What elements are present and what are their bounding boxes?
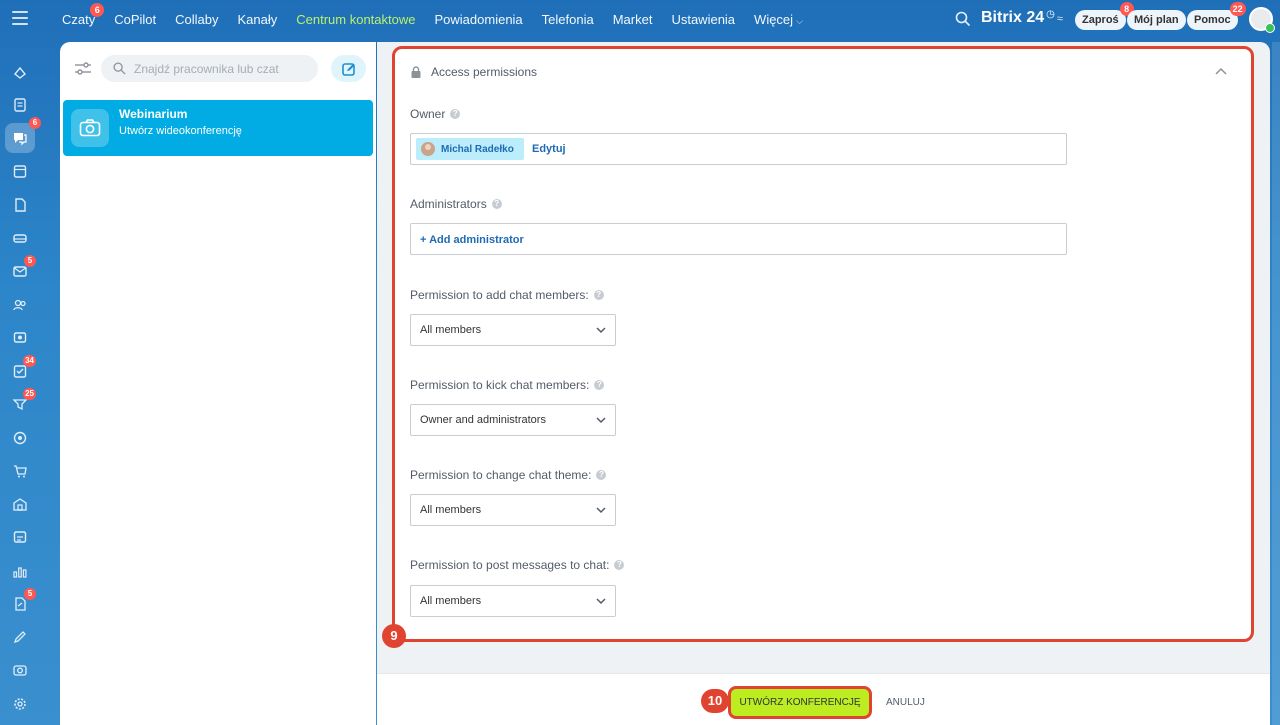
crm-badge: 25 (23, 388, 36, 400)
nav-item-telephony[interactable]: Telefonia (542, 12, 594, 27)
sidebar-gear-icon[interactable] (10, 694, 30, 714)
sign-badge: 5 (24, 588, 36, 600)
search-icon (113, 62, 126, 75)
kick-members-select[interactable]: Owner and administrators (410, 404, 616, 436)
search-icon[interactable] (955, 11, 971, 27)
menu-icon[interactable] (12, 11, 28, 25)
nav-item-channels[interactable]: Kanały (238, 12, 278, 27)
help-icon[interactable]: ? (593, 290, 604, 300)
camera-icon (71, 109, 109, 147)
help-icon[interactable]: ? (594, 380, 605, 390)
change-theme-select[interactable]: All members (410, 494, 616, 526)
sidebar-edit-icon[interactable] (10, 627, 30, 647)
add-members-label: Permission to add chat members:? (410, 288, 604, 302)
administrators-label: Administrators? (410, 197, 502, 211)
chevron-up-icon[interactable] (1214, 65, 1228, 77)
sidebar-cart-icon[interactable] (10, 461, 30, 481)
sliders-icon: ≈ (1056, 13, 1063, 25)
sidebar-copilot-icon[interactable] (10, 63, 30, 83)
owner-field[interactable]: Michal Radełko Edytuj (410, 133, 1067, 165)
nav-item-notifications[interactable]: Powiadomienia (435, 12, 523, 27)
clock-icon: ◷ (1046, 9, 1055, 20)
sidebar-calendar-icon[interactable] (10, 161, 30, 181)
mail-badge: 5 (24, 255, 36, 267)
chats-badge: 6 (90, 2, 105, 17)
chat-item-webinar[interactable]: Webinarium Utwórz wideokonferencję (63, 100, 373, 156)
chevron-down-icon (596, 327, 606, 334)
lock-icon (411, 66, 421, 78)
nav-item-chats[interactable]: Czaty 6 (62, 2, 105, 27)
brand-logo[interactable]: Bitrix 24 ◷ ≈ (981, 9, 1063, 27)
add-administrator-link[interactable]: + Add administrator (420, 234, 524, 246)
invite-button[interactable]: Zaproś 8 (1075, 2, 1134, 30)
help-icon[interactable]: ? (614, 560, 625, 570)
cancel-button[interactable]: ANULUJ (886, 697, 925, 708)
nav-item-settings[interactable]: Ustawienia (671, 12, 735, 27)
sidebar-drive-icon[interactable] (10, 228, 30, 248)
administrators-field[interactable]: + Add administrator (410, 223, 1067, 255)
sidebar-video-icon[interactable] (10, 328, 30, 348)
add-members-select[interactable]: All members (410, 314, 616, 346)
help-button[interactable]: Pomoc 22 (1187, 2, 1246, 30)
online-status-icon (1265, 23, 1275, 33)
chat-item-title: Webinarium (119, 107, 188, 121)
post-messages-select[interactable]: All members (410, 585, 616, 617)
sidebar-docs-icon[interactable] (10, 195, 30, 215)
step-badge-10: 10 (701, 689, 729, 713)
access-permissions-header[interactable]: Access permissions (410, 65, 537, 79)
chat-search-input[interactable]: Znajdź pracownika lub czat (101, 55, 318, 82)
step-badge-9: 9 (382, 624, 406, 648)
nav-item-more[interactable]: Więcej ⌵ (754, 12, 803, 27)
nav-item-contact-center[interactable]: Centrum kontaktowe (296, 12, 415, 27)
sidebar-store-icon[interactable] (10, 494, 30, 514)
chevron-down-icon (596, 417, 606, 424)
sidebar-analytics-icon[interactable] (10, 561, 30, 581)
kick-members-label: Permission to kick chat members:? (410, 378, 605, 392)
chat-item-subtitle: Utwórz wideokonferencję (119, 125, 242, 137)
sidebar-mail-icon[interactable]: 5 (10, 255, 36, 281)
search-placeholder: Znajdź pracownika lub czat (134, 61, 279, 76)
compose-icon (341, 62, 355, 76)
top-bar: Czaty 6 CoPilot Collaby Kanały Centrum ko… (0, 0, 1280, 38)
sidebar-camera-icon[interactable] (10, 660, 30, 680)
help-badge: 22 (1229, 2, 1246, 16)
owner-avatar (421, 142, 435, 156)
page-scrollbar[interactable] (1272, 42, 1280, 725)
top-nav: Czaty 6 CoPilot Collaby Kanały Centrum ko… (62, 0, 822, 38)
section-title: Access permissions (431, 65, 538, 79)
sidebar-feed-icon[interactable] (10, 95, 30, 115)
nav-item-market[interactable]: Market (613, 12, 653, 27)
help-icon[interactable]: ? (491, 199, 502, 209)
post-messages-label: Permission to post messages to chat:? (410, 558, 625, 572)
sidebar-sign-icon[interactable]: 5 (10, 588, 36, 614)
nav-item-collaby[interactable]: Collaby (175, 12, 218, 27)
owner-label: Owner? (410, 107, 461, 121)
chevron-down-icon (596, 507, 606, 514)
my-plan-button[interactable]: Mój plan (1127, 10, 1186, 30)
new-chat-button[interactable] (331, 55, 366, 82)
chevron-down-icon: ⌵ (796, 15, 803, 26)
sidebar-booking-icon[interactable] (10, 527, 30, 547)
sidebar-target-icon[interactable] (10, 428, 30, 448)
chat-list-panel: Znajdź pracownika lub czat Webinarium Ut… (60, 42, 376, 725)
user-avatar[interactable] (1249, 7, 1275, 33)
sidebar-chat-icon[interactable]: 6 (5, 117, 41, 153)
sidebar-crm-icon[interactable]: 25 (10, 388, 36, 414)
nav-item-copilot[interactable]: CoPilot (114, 12, 156, 27)
edit-owner-link[interactable]: Edytuj (532, 143, 566, 155)
owner-name: Michal Radełko (441, 143, 514, 155)
create-conference-button[interactable]: UTWÓRZ KONFERENCJĘ (728, 686, 872, 719)
left-sidebar: 6 5 34 25 5 (0, 38, 41, 725)
chat-badge: 6 (29, 117, 41, 129)
tasks-badge: 34 (23, 355, 36, 367)
owner-chip[interactable]: Michal Radełko (416, 138, 524, 160)
filter-icon[interactable] (74, 61, 92, 77)
help-icon[interactable]: ? (450, 109, 461, 119)
sidebar-groups-icon[interactable] (10, 295, 30, 315)
change-theme-label: Permission to change chat theme:? (410, 468, 607, 482)
chevron-down-icon (596, 598, 606, 605)
help-icon[interactable]: ? (596, 470, 607, 480)
sidebar-tasks-icon[interactable]: 34 (10, 355, 36, 381)
